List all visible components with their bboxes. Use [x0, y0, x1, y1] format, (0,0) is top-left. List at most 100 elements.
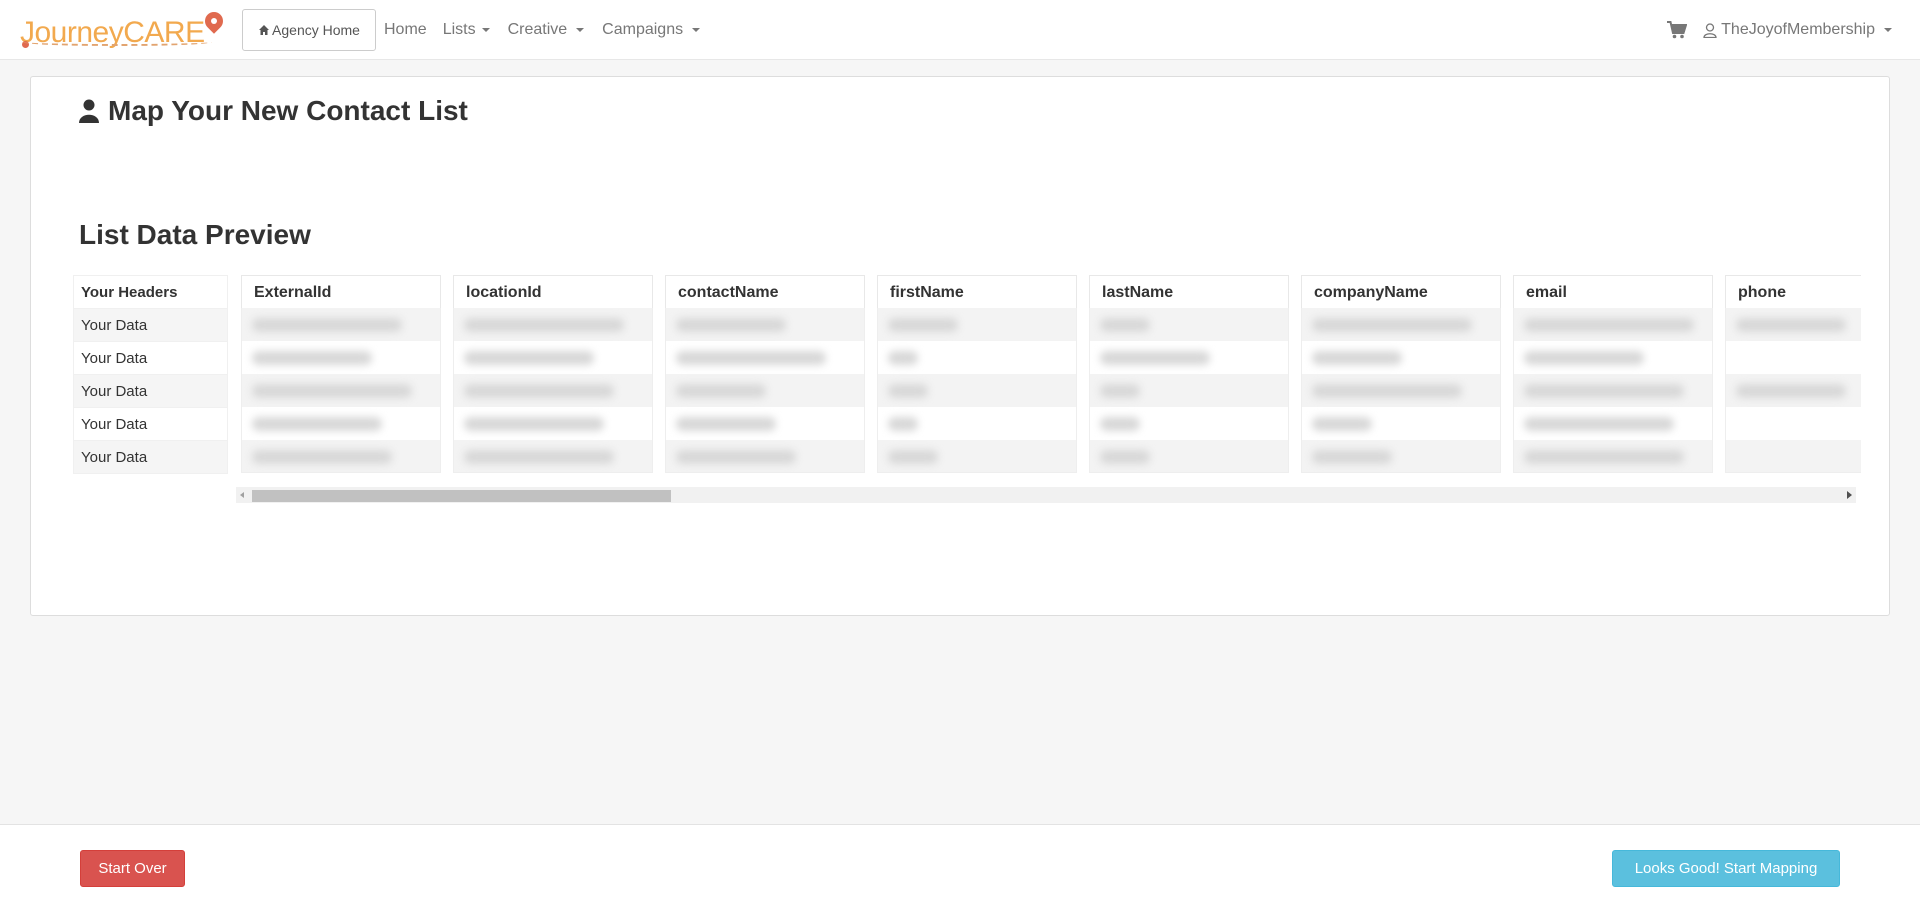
nav-creative-dropdown[interactable]: Creative	[508, 21, 585, 39]
redacted-value	[1736, 384, 1846, 398]
redacted-value	[676, 417, 776, 431]
blurred-data-cell	[1301, 407, 1501, 440]
redacted-value	[1524, 384, 1684, 398]
headers-column-table: Your Headers Your Data Your Data Your Da…	[73, 275, 228, 474]
redacted-value	[1312, 417, 1372, 431]
blurred-data-cell	[1725, 440, 1861, 473]
redacted-value	[464, 450, 614, 464]
preview-column: email	[1513, 275, 1713, 473]
blurred-data-cell	[1301, 440, 1501, 473]
redacted-value	[888, 417, 918, 431]
redacted-value	[464, 417, 604, 431]
redacted-value	[1100, 351, 1210, 365]
user-menu-dropdown[interactable]: TheJoyofMembership	[1703, 21, 1892, 39]
column-header: ExternalId	[241, 275, 441, 308]
horizontal-scrollbar[interactable]	[236, 487, 1856, 503]
blurred-data-cell	[665, 341, 865, 374]
blurred-data-cell	[453, 341, 653, 374]
blurred-data-cell	[1301, 308, 1501, 341]
row-label: Your Data	[73, 308, 228, 342]
blurred-data-cell	[1725, 308, 1861, 341]
map-list-panel: Map Your New Contact List List Data Prev…	[30, 76, 1890, 616]
preview-column: lastName	[1089, 275, 1289, 473]
column-header: contactName	[665, 275, 865, 308]
user-name: TheJoyofMembership	[1721, 21, 1875, 38]
nav-lists-label: Lists	[442, 21, 476, 38]
section-title: List Data Preview	[79, 219, 311, 250]
map-pin-icon	[201, 8, 227, 34]
blurred-data-cell	[241, 308, 441, 341]
agency-home-label: Agency Home	[272, 22, 360, 38]
column-header: phone	[1725, 275, 1861, 308]
blurred-data-cell	[665, 374, 865, 407]
redacted-value	[252, 417, 382, 431]
blurred-data-cell	[1725, 374, 1861, 407]
redacted-value	[1100, 417, 1140, 431]
redacted-value	[1312, 450, 1392, 464]
redacted-value	[676, 450, 796, 464]
blurred-data-cell	[1301, 341, 1501, 374]
blurred-data-cell	[453, 407, 653, 440]
nav-right: TheJoyofMembership	[1667, 0, 1892, 60]
column-header: firstName	[877, 275, 1077, 308]
blurred-data-cell	[1725, 341, 1861, 374]
redacted-value	[1100, 450, 1150, 464]
agency-home-button[interactable]: Agency Home	[242, 9, 376, 51]
blurred-data-cell	[453, 440, 653, 473]
blurred-data-cell	[453, 374, 653, 407]
redacted-value	[1736, 318, 1846, 332]
redacted-value	[1100, 318, 1150, 332]
blurred-data-cell	[877, 440, 1077, 473]
blurred-data-cell	[1513, 440, 1713, 473]
column-header: email	[1513, 275, 1713, 308]
journeycare-logo[interactable]: JourneyCARE	[20, 8, 227, 48]
blurred-data-cell	[1089, 374, 1289, 407]
preview-column: ExternalId	[241, 275, 441, 473]
caret-down-icon	[1884, 28, 1892, 32]
page-title: Map Your New Contact List	[79, 95, 468, 127]
footer-action-bar: Start Over Looks Good! Start Mapping	[0, 824, 1920, 911]
top-navbar: JourneyCARE Agency Home Home Lists Creat…	[0, 0, 1920, 60]
scroll-thumb[interactable]	[252, 490, 671, 502]
redacted-value	[1312, 351, 1402, 365]
redacted-value	[888, 351, 918, 365]
blurred-data-cell	[241, 407, 441, 440]
nav-home-link[interactable]: Home	[384, 21, 427, 39]
row-label: Your Data	[73, 374, 228, 408]
person-icon	[79, 99, 99, 123]
row-label: Your Data	[73, 440, 228, 474]
blurred-data-cell	[1089, 308, 1289, 341]
blurred-data-cell	[1725, 407, 1861, 440]
blurred-data-cell	[1089, 341, 1289, 374]
preview-column: companyName	[1301, 275, 1501, 473]
scroll-left-arrow-icon[interactable]	[240, 492, 244, 498]
preview-column: locationId	[453, 275, 653, 473]
data-preview-scroll-area[interactable]: ExternalId locationId contactName firstName…	[241, 275, 1861, 473]
blurred-data-cell	[241, 374, 441, 407]
blurred-data-cell	[1513, 308, 1713, 341]
nav-lists-dropdown[interactable]: Lists	[443, 21, 490, 39]
scroll-right-arrow-icon[interactable]	[1847, 491, 1852, 499]
start-over-button[interactable]: Start Over	[80, 850, 185, 887]
redacted-value	[252, 318, 402, 332]
redacted-value	[464, 351, 594, 365]
nav-campaigns-dropdown[interactable]: Campaigns	[602, 21, 701, 39]
preview-column: contactName	[665, 275, 865, 473]
blurred-data-cell	[877, 308, 1077, 341]
shopping-cart-icon[interactable]	[1667, 21, 1688, 39]
redacted-value	[464, 318, 624, 332]
blurred-data-cell	[1513, 374, 1713, 407]
redacted-value	[1100, 384, 1140, 398]
blurred-data-cell	[1089, 440, 1289, 473]
caret-down-icon	[692, 28, 701, 32]
preview-column: firstName	[877, 275, 1077, 473]
start-mapping-button[interactable]: Looks Good! Start Mapping	[1612, 850, 1840, 887]
blurred-data-cell	[453, 308, 653, 341]
blurred-data-cell	[665, 440, 865, 473]
blurred-data-cell	[877, 407, 1077, 440]
nav-creative-label: Creative	[507, 21, 568, 38]
redacted-value	[1524, 417, 1674, 431]
blurred-data-cell	[1301, 374, 1501, 407]
redacted-value	[888, 450, 938, 464]
blurred-data-cell	[877, 374, 1077, 407]
